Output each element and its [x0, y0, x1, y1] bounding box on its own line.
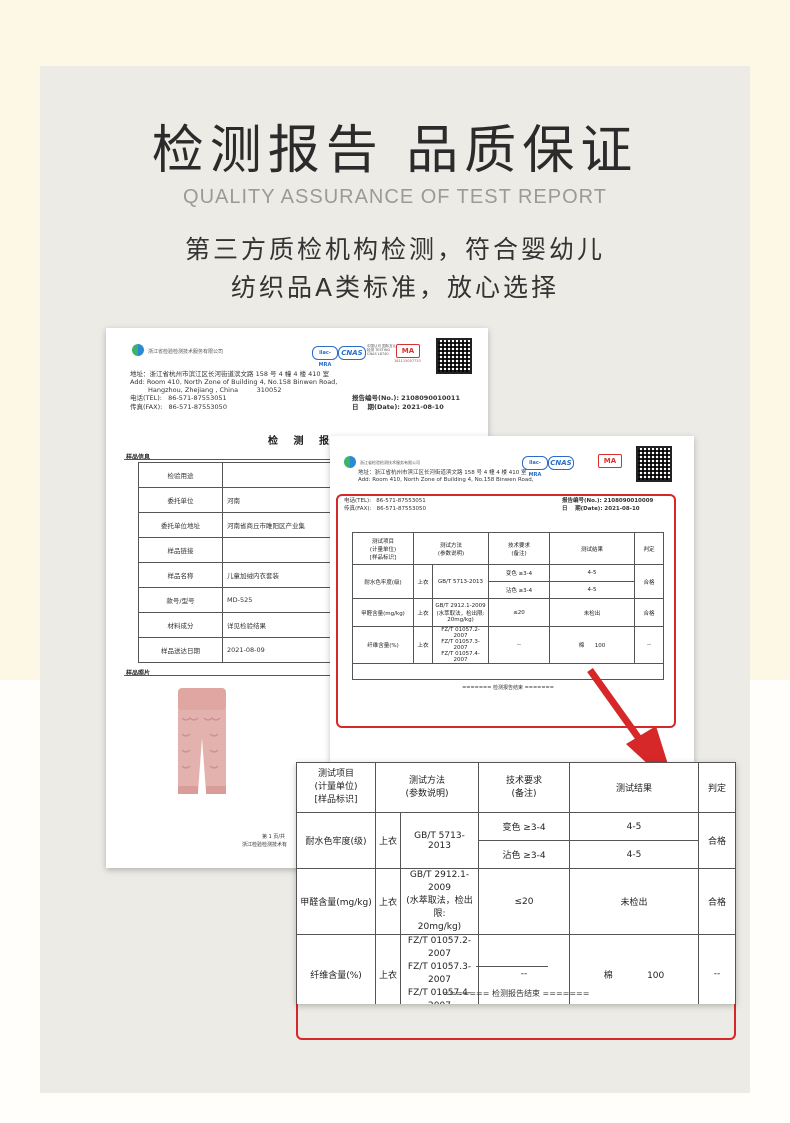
- footer-org: 浙江检验检测技术有: [242, 842, 288, 848]
- row2-req: ≤20: [478, 868, 570, 935]
- sample-photo-pants-icon: [178, 688, 226, 794]
- row1-item: 耐水色牢度(级): [296, 812, 376, 869]
- lab-tel: 电话(TEL): 86-571-87553051: [130, 394, 227, 402]
- row3-fiber: 棉: [603, 970, 613, 981]
- header-result: 测试结果: [569, 762, 699, 813]
- divider: [476, 966, 548, 967]
- row1-part: 上衣: [375, 812, 401, 869]
- description-line-1: 第三方质检机构检测，符合婴幼儿: [184, 235, 605, 264]
- header-test-item: 测试项目 (计量单位) [样品标识]: [296, 762, 376, 813]
- lab-address-cn: 地址：浙江省杭州市滨江区长河街道滨文路 158 号 4 幢 4 楼 410 室: [358, 470, 527, 476]
- highlight-box-small: [336, 494, 676, 728]
- report-title: 检 测 报: [268, 436, 335, 447]
- lab-fax: 传真(FAX): 86-571-87553050: [130, 403, 227, 411]
- row2-part: 上衣: [375, 868, 401, 935]
- lab-logo-icon: [344, 456, 356, 468]
- report-number: 报告编号(No.): 2108090010011: [352, 394, 460, 402]
- lab-org-name: 浙江省检验检测技术服务有限公司: [360, 460, 420, 465]
- page-subtitle: QUALITY ASSURANCE OF TEST REPORT: [183, 186, 607, 208]
- info-label: 材料成分: [138, 612, 223, 638]
- row1-method: GB/T 5713-2013: [400, 812, 479, 869]
- page-title: 检测报告 品质保证: [151, 121, 639, 181]
- qr-code-icon: [436, 338, 472, 374]
- ma-badge-number: 161115057733: [394, 359, 421, 363]
- ilac-badge: ilac-MRA: [312, 346, 338, 368]
- row2-method: GB/T 2912.1-2009 (水萃取法，检出限: 20mg/kg): [400, 868, 479, 935]
- header-requirement: 技术要求 (备注): [478, 762, 570, 813]
- cnas-badge: CNAS: [338, 346, 366, 360]
- row1-req-b: 沾色 ≥3-4: [478, 840, 570, 869]
- info-label: 样品送达日期: [138, 637, 223, 663]
- header-test-method: 测试方法 (参数说明): [375, 762, 479, 813]
- info-label: 样品链接: [138, 537, 223, 563]
- row1-res-a: 4-5: [569, 812, 699, 841]
- info-label: 委托单位地址: [138, 512, 223, 538]
- ma-badge: MA: [396, 344, 420, 358]
- row1-verdict: 合格: [698, 812, 736, 869]
- lab-org-name: 浙江省检验检测技术服务有限公司: [148, 349, 224, 355]
- results-enlarged: 测试项目 (计量单位) [样品标识] 测试方法 (参数说明) 技术要求 (备注)…: [296, 762, 736, 1004]
- row2-res: 未检出: [569, 868, 699, 935]
- info-label: 样品名称: [138, 562, 223, 588]
- ma-badge: MA: [598, 454, 622, 468]
- row2-verdict: 合格: [698, 868, 736, 935]
- row1-req-a: 变色 ≥3-4: [478, 812, 570, 841]
- info-label: 检验用途: [138, 462, 223, 488]
- ilac-badge: ilac-MRA: [522, 456, 548, 478]
- report-date: 日 期(Date): 2021-08-10: [352, 403, 444, 411]
- header-verdict: 判定: [698, 762, 736, 813]
- description-line-2: 纺织品A类标准，放心选择: [230, 273, 560, 302]
- row1-res-b: 4-5: [569, 840, 699, 869]
- cnas-badge-caption: 中国认可 国际互认 检测 TESTING CNAS L8740: [367, 344, 397, 356]
- qr-code-icon: [636, 446, 672, 482]
- lab-address-en-1: Add: Room 410, North Zone of Building 4,…: [358, 477, 534, 483]
- info-label: 委托单位: [138, 487, 223, 513]
- info-label: 款号/型号: [138, 587, 223, 613]
- row3-pct: 100: [647, 970, 665, 981]
- report-end-marker: ======= 检测报告结束 =======: [442, 989, 590, 998]
- cnas-badge: CNAS: [548, 456, 574, 470]
- row2-item: 甲醛含量(mg/kg): [296, 868, 376, 935]
- lab-logo-icon: [132, 344, 144, 356]
- results-table-large: 测试项目 (计量单位) [样品标识] 测试方法 (参数说明) 技术要求 (备注)…: [296, 762, 736, 1004]
- page-number: 第 1 页/共: [262, 834, 286, 840]
